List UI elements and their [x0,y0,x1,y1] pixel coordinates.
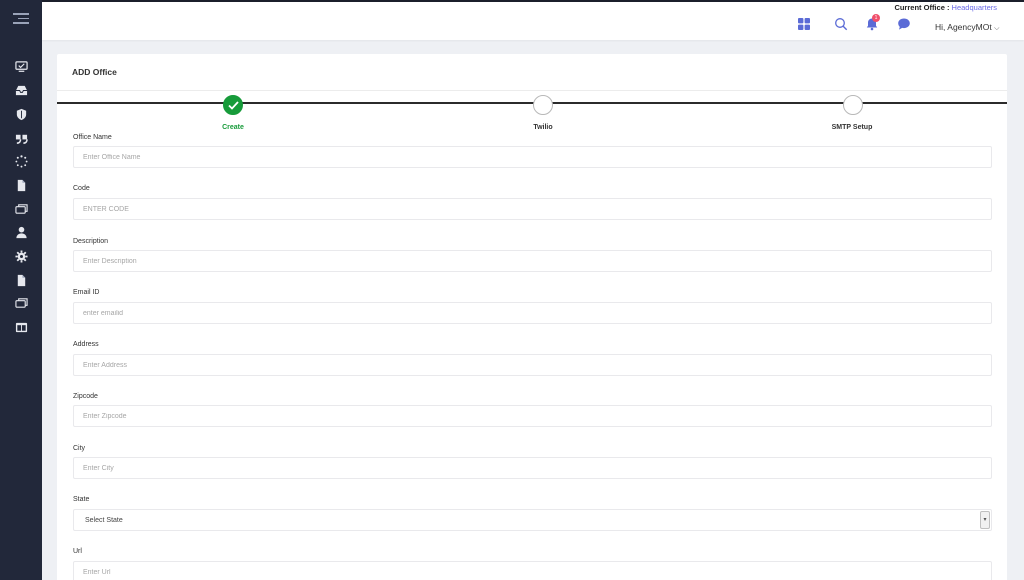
step-twilio-circle[interactable] [533,95,553,115]
city-label: City [73,445,86,452]
current-office: Current Office : Headquarters [894,3,997,12]
search-icon[interactable] [834,17,848,31]
notification-badge: 1 [872,14,880,22]
columns-icon[interactable] [15,321,28,334]
shield-icon[interactable] [15,108,28,121]
state-select-value: Select State [85,517,123,524]
state-select[interactable]: Select State ▾ [73,509,992,531]
zipcode-input[interactable] [73,405,992,427]
description-input[interactable] [73,250,992,272]
user-menu[interactable]: Hi, AgencyMOt ⌵ [935,22,999,33]
check-icon [228,101,239,110]
code-input[interactable] [73,198,992,220]
email-input[interactable] [73,302,992,324]
code-label: Code [73,185,90,192]
document-icon[interactable] [15,179,28,192]
email-label: Email ID [73,289,100,296]
grid-icon[interactable] [797,17,811,31]
state-label: State [73,496,90,503]
user-greeting: Hi, AgencyMOt [935,22,992,32]
add-office-card: ADD Office Create Twilio SMTP Setup Offi… [57,54,1007,580]
topbar: Current Office : Headquarters 1 Hi, Agen… [42,0,1024,40]
office-name-label: Office Name [73,134,112,141]
current-office-value[interactable]: Headquarters [952,3,997,12]
office-name-input[interactable] [73,146,992,168]
chat-icon[interactable] [897,17,911,31]
file-icon[interactable] [15,274,28,287]
step-smtp-label: SMTP Setup [831,124,873,131]
step-create-label: Create [222,124,244,131]
inbox-icon[interactable] [15,84,28,97]
address-label: Address [73,341,99,348]
zipcode-label: Zipcode [73,393,98,400]
bell-icon[interactable]: 1 [865,14,880,31]
sidebar [0,0,42,580]
spinner-icon[interactable] [15,155,28,168]
menu-toggle-icon[interactable] [13,13,29,25]
stepper-line [57,102,1007,104]
step-smtp-circle[interactable] [843,95,863,115]
windows-icon[interactable] [15,203,28,216]
chevron-down-icon: ⌵ [994,25,1000,32]
address-input[interactable] [73,354,992,376]
card-title: ADD Office [57,54,1007,91]
user-icon[interactable] [15,226,28,239]
url-label: Url [73,548,82,555]
description-label: Description [73,238,109,245]
windows-icon[interactable] [15,297,28,310]
monitor-icon[interactable] [15,60,28,73]
url-input[interactable] [73,561,992,580]
gear-icon[interactable] [15,250,28,263]
quote-icon[interactable] [15,132,28,145]
chevron-down-icon[interactable]: ▾ [980,511,990,529]
step-twilio-label: Twilio [533,124,553,131]
step-create-circle[interactable] [223,95,243,115]
city-input[interactable] [73,457,992,479]
current-office-label: Current Office : [894,3,950,12]
